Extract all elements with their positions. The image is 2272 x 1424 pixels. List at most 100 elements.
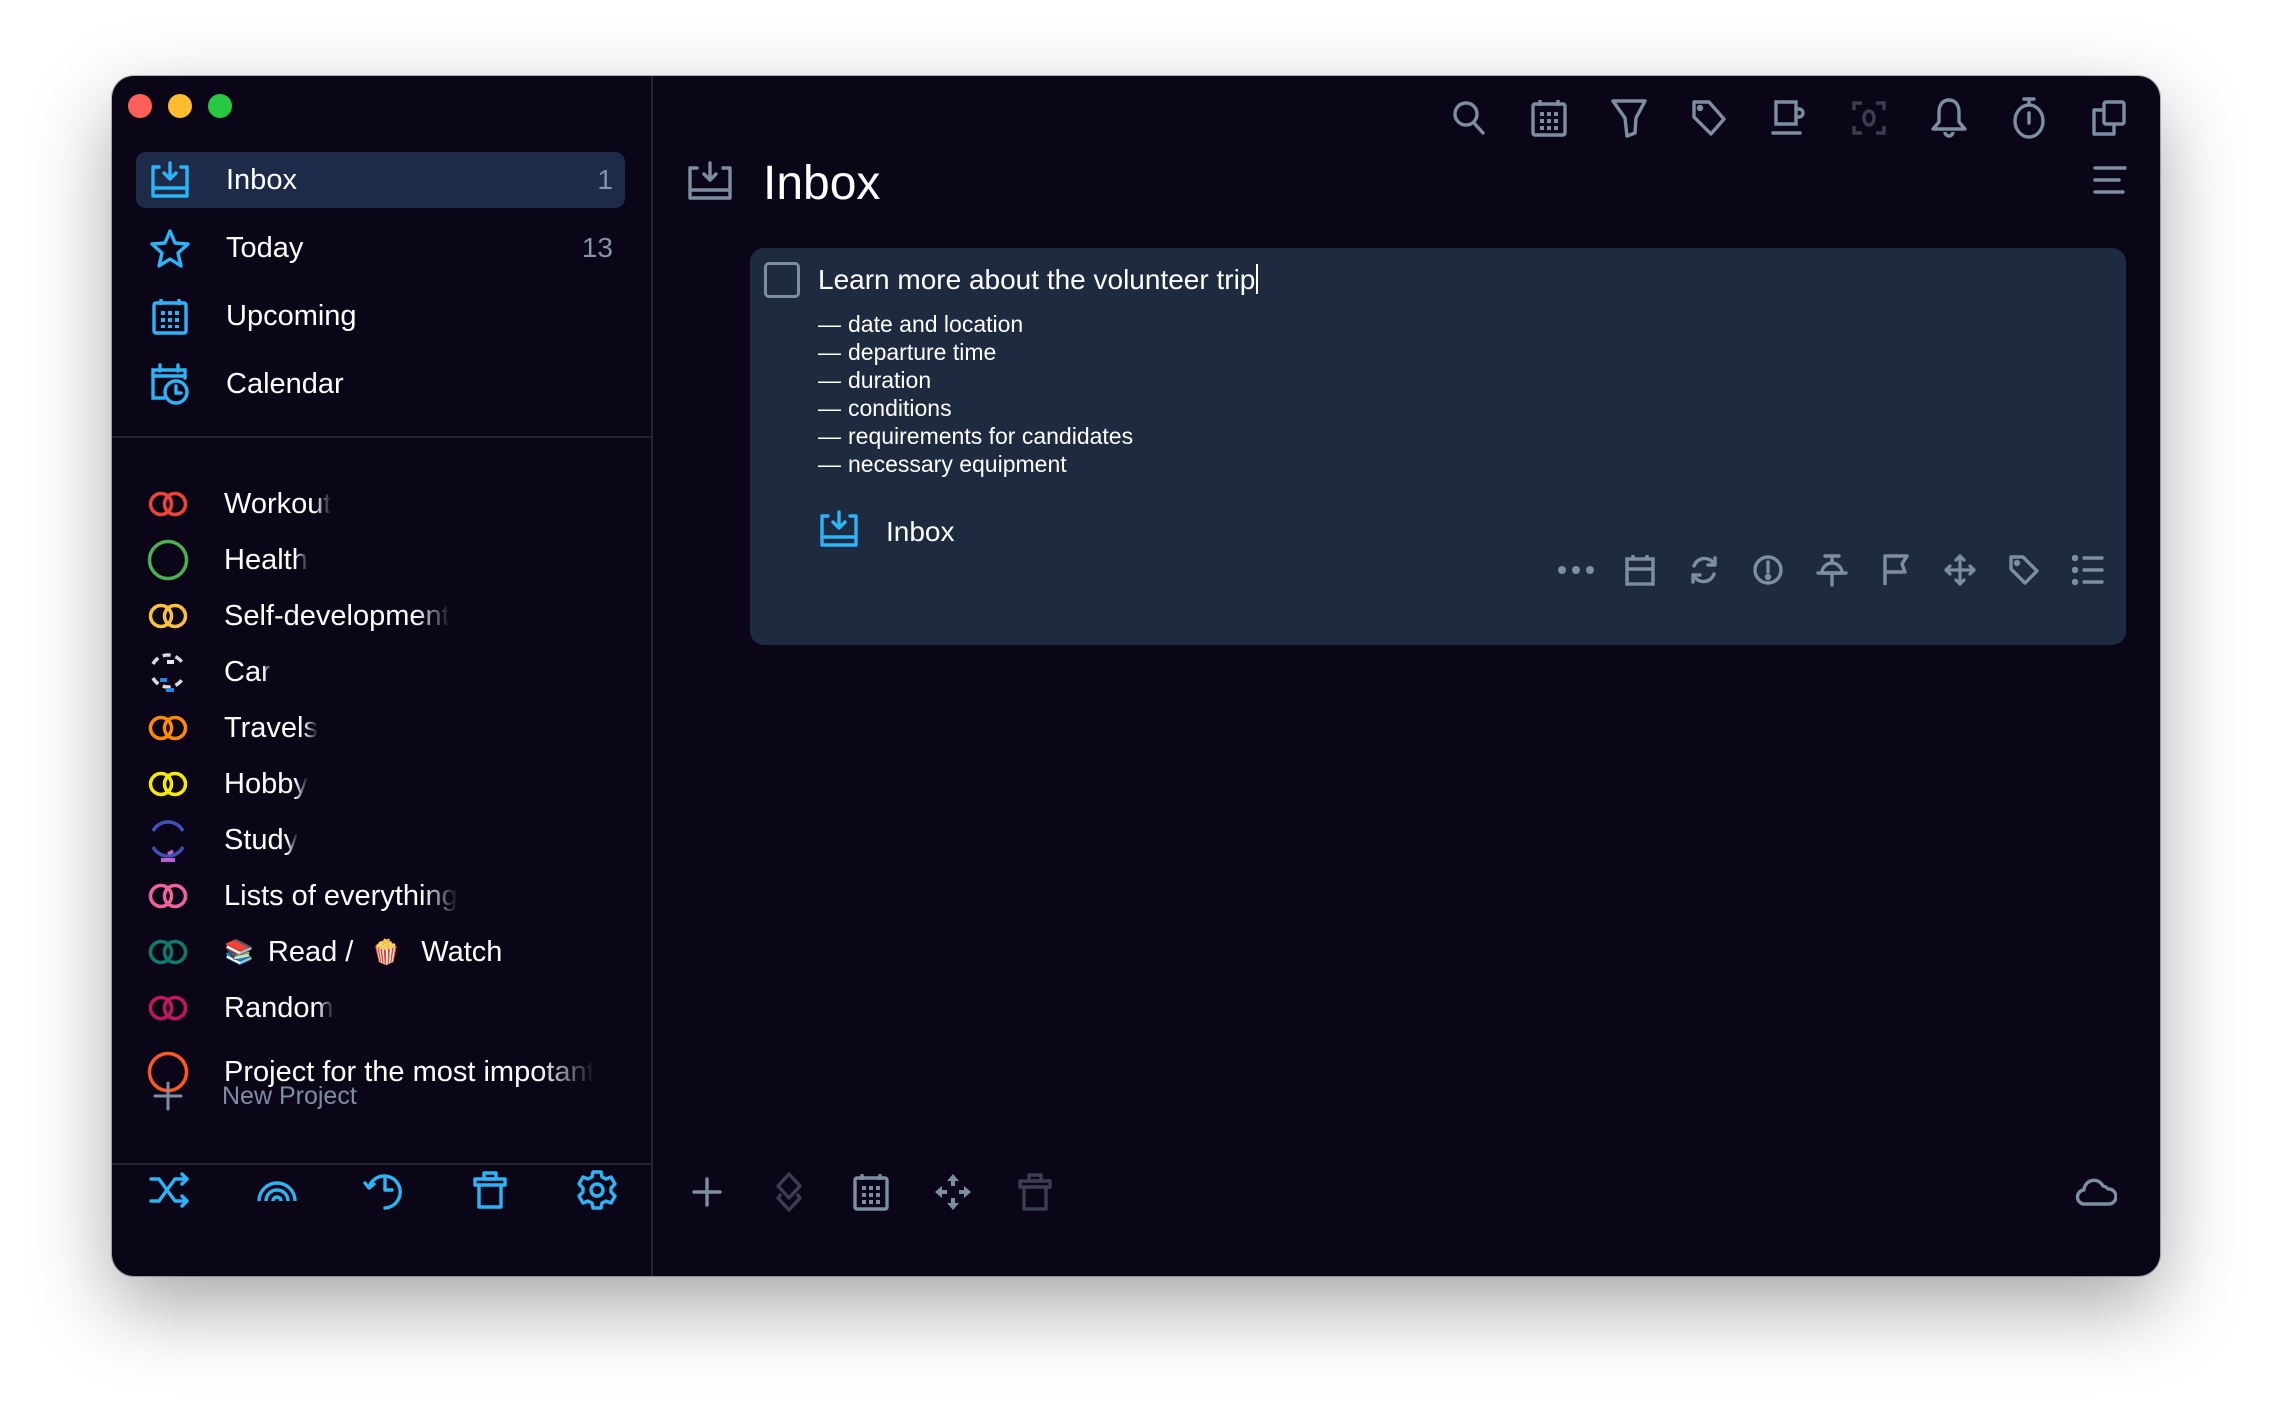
cloud-icon[interactable] bbox=[2072, 1168, 2120, 1216]
sidebar-nav: Inbox 1 Today 13 Upcoming Calendar bbox=[136, 152, 625, 424]
list-menu-icon[interactable] bbox=[2090, 158, 2130, 202]
sidebar-item-inbox[interactable]: Inbox 1 bbox=[136, 152, 625, 208]
calendar-icon[interactable] bbox=[849, 1168, 893, 1216]
sidebar-item-label: Inbox bbox=[226, 163, 297, 196]
sidebar-item-upcoming[interactable]: Upcoming bbox=[136, 288, 625, 344]
move-icon[interactable] bbox=[931, 1168, 975, 1216]
double-ring-icon bbox=[146, 482, 190, 526]
bottom-toolbar bbox=[685, 1168, 1057, 1216]
books-emoji: 📚 bbox=[224, 938, 254, 966]
tag-icon[interactable] bbox=[1688, 90, 1730, 146]
project-label: Read / bbox=[267, 935, 362, 968]
trash-icon[interactable] bbox=[1013, 1168, 1057, 1216]
project-lists-of-everything[interactable]: Lists of everything bbox=[146, 868, 631, 924]
note-line: — departure time bbox=[818, 339, 997, 365]
project-hobby[interactable]: Hobby bbox=[146, 756, 631, 812]
task-project-label: Inbox bbox=[886, 516, 955, 547]
flag-icon[interactable] bbox=[1874, 548, 1918, 592]
task-project-selector[interactable]: Inbox bbox=[818, 510, 955, 554]
task-notes[interactable]: — date and location — departure time — dura… bbox=[818, 310, 1133, 478]
double-ring-icon bbox=[146, 706, 190, 750]
project-travels[interactable]: Travels bbox=[146, 700, 631, 756]
sidebar-divider bbox=[112, 436, 653, 438]
plus-icon bbox=[148, 1076, 188, 1116]
page-header: Inbox bbox=[687, 156, 880, 211]
double-ring-icon bbox=[146, 986, 190, 1030]
pin-icon[interactable] bbox=[1810, 548, 1854, 592]
popcorn-emoji: 🍿 bbox=[371, 938, 402, 966]
project-label: Travels bbox=[224, 711, 318, 744]
project-workout[interactable]: Workout bbox=[146, 476, 631, 532]
more-icon[interactable] bbox=[1554, 548, 1598, 592]
sidebar-item-label: Today bbox=[226, 231, 304, 264]
double-ring-icon bbox=[146, 762, 190, 806]
sidebar-item-count: 13 bbox=[581, 232, 613, 263]
project-label: Lists of everything bbox=[224, 879, 458, 912]
project-label: Random bbox=[224, 991, 334, 1024]
repeat-icon[interactable] bbox=[1682, 548, 1726, 592]
note-line: — date and location bbox=[818, 311, 1024, 337]
calendar-clock-icon bbox=[148, 362, 192, 406]
project-label: Watch bbox=[421, 935, 503, 968]
project-label: Car bbox=[224, 655, 271, 688]
note-line: — necessary equipment bbox=[818, 451, 1067, 477]
note-line: — duration bbox=[818, 367, 932, 393]
sidebar-item-calendar[interactable]: Calendar bbox=[136, 356, 625, 412]
bell-icon[interactable] bbox=[1928, 90, 1970, 146]
task-title-input[interactable]: Learn more about the volunteer trip bbox=[818, 262, 1259, 298]
history-icon[interactable] bbox=[360, 1166, 408, 1214]
trash-icon[interactable] bbox=[466, 1166, 514, 1214]
top-toolbar bbox=[1448, 90, 2130, 146]
inbox-icon bbox=[818, 510, 862, 554]
checklist-icon[interactable] bbox=[2066, 548, 2110, 592]
page-title: Inbox bbox=[763, 157, 881, 210]
ring-icon bbox=[146, 538, 190, 582]
note-line: — requirements for candidates bbox=[818, 423, 1134, 449]
move-icon[interactable] bbox=[1938, 548, 1982, 592]
project-label: Workout bbox=[224, 487, 332, 520]
sidebar: Inbox 1 Today 13 Upcoming Calendar Worko… bbox=[112, 76, 653, 1276]
project-label: Self-development bbox=[224, 599, 450, 632]
task-card: Learn more about the volunteer trip — dat… bbox=[750, 248, 2126, 645]
sidebar-item-label: Calendar bbox=[226, 367, 344, 400]
project-study[interactable]: Study bbox=[146, 812, 631, 868]
sidebar-bottom-divider bbox=[112, 1163, 653, 1165]
double-ring-icon bbox=[146, 930, 190, 974]
app-window: Inbox 1 Today 13 Upcoming Calendar Worko… bbox=[112, 76, 2160, 1276]
add-icon[interactable] bbox=[685, 1168, 729, 1216]
new-project-label: New Project bbox=[222, 1081, 357, 1110]
copy-icon[interactable] bbox=[2088, 90, 2130, 146]
inbox-icon bbox=[687, 160, 735, 208]
layers-icon[interactable] bbox=[767, 1168, 811, 1216]
double-ring-icon bbox=[146, 594, 190, 638]
shuffle-icon[interactable] bbox=[146, 1166, 194, 1214]
tag-icon[interactable] bbox=[2002, 548, 2046, 592]
sidebar-item-count: 1 bbox=[597, 164, 613, 195]
project-label: Health bbox=[224, 543, 308, 576]
main-pane: Inbox Learn more about the volunteer tri… bbox=[655, 76, 2160, 1276]
rainbow-icon[interactable] bbox=[253, 1166, 301, 1214]
inbox-icon bbox=[148, 158, 192, 202]
settings-icon[interactable] bbox=[573, 1166, 621, 1214]
project-list: Workout Health Self-development Car Trav… bbox=[146, 476, 631, 1104]
date-icon[interactable] bbox=[1618, 548, 1662, 592]
coffee-icon[interactable] bbox=[1768, 90, 1810, 146]
project-random[interactable]: Random bbox=[146, 980, 631, 1036]
progress-ring-icon bbox=[146, 650, 190, 694]
sidebar-item-today[interactable]: Today 13 bbox=[136, 220, 625, 276]
project-self-development[interactable]: Self-development bbox=[146, 588, 631, 644]
calendar-icon[interactable] bbox=[1528, 90, 1570, 146]
project-car[interactable]: Car bbox=[146, 644, 631, 700]
priority-icon[interactable] bbox=[1746, 548, 1790, 592]
filter-icon[interactable] bbox=[1608, 90, 1650, 146]
project-read-watch[interactable]: 📚 Read / 🍿 Watch bbox=[146, 924, 631, 980]
search-icon[interactable] bbox=[1448, 90, 1490, 146]
focus-icon[interactable] bbox=[1848, 90, 1890, 146]
project-health[interactable]: Health bbox=[146, 532, 631, 588]
task-actions bbox=[1554, 548, 2110, 592]
progress-ring-icon bbox=[146, 818, 190, 862]
new-project-button[interactable]: New Project bbox=[148, 1076, 357, 1116]
star-icon bbox=[148, 226, 192, 270]
task-checkbox[interactable] bbox=[764, 262, 800, 298]
stopwatch-icon[interactable] bbox=[2008, 90, 2050, 146]
